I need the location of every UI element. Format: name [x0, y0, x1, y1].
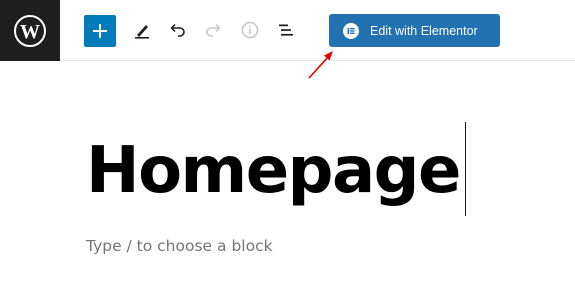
details-button[interactable]: [236, 16, 264, 44]
plus-icon: [93, 24, 107, 38]
add-block-button[interactable]: [84, 15, 116, 47]
annotation-arrow: [308, 51, 333, 79]
redo-button[interactable]: [199, 16, 227, 44]
wordpress-icon: W: [14, 14, 46, 47]
block-placeholder[interactable]: Type / to choose a block: [86, 237, 273, 255]
text-cursor: [465, 122, 466, 216]
undo-button[interactable]: [164, 16, 192, 44]
list-view-button[interactable]: [272, 16, 300, 44]
post-title[interactable]: Homepage: [86, 126, 461, 216]
svg-text:W: W: [20, 21, 40, 43]
edit-with-elementor-button[interactable]: Edit with Elementor: [329, 14, 500, 47]
redo-icon: [206, 23, 221, 37]
info-icon: [241, 21, 259, 39]
editor-toolbar: W Edit with Elementor: [0, 0, 575, 61]
wordpress-logo-button[interactable]: W: [0, 0, 60, 61]
edit-tool-button[interactable]: [128, 16, 156, 44]
elementor-button-label: Edit with Elementor: [370, 23, 478, 38]
undo-icon: [170, 23, 185, 37]
edit-icon: [135, 25, 149, 39]
elementor-icon: [343, 22, 359, 39]
list-view-icon: [279, 24, 293, 36]
